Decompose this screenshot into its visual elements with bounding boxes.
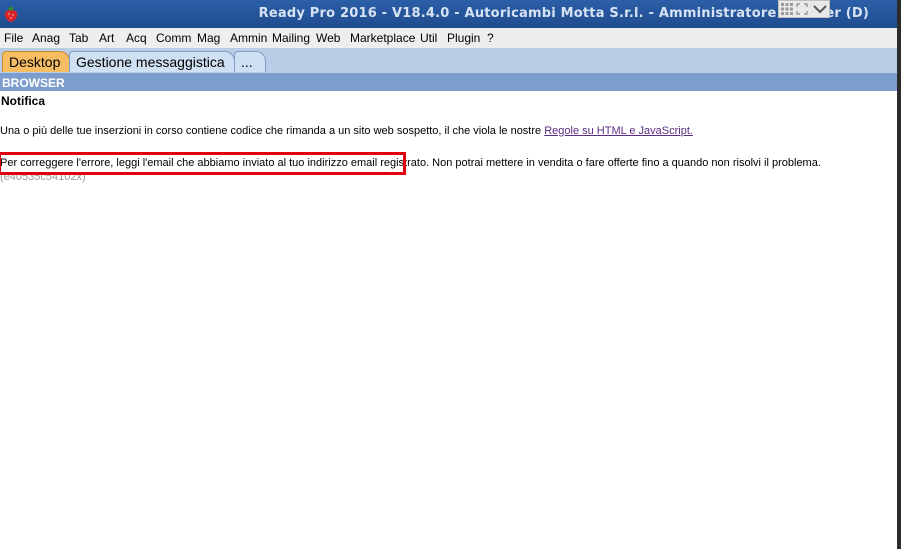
expand-icon[interactable] [796, 3, 808, 15]
app-window: Ready Pro 2016 - V18.4.0 - Autoricambi M… [0, 0, 897, 549]
menu-mag[interactable]: Mag [197, 31, 220, 45]
instruction-text: Non potrai mettere in vendita o fare off… [429, 157, 821, 169]
title-bar[interactable]: Ready Pro 2016 - V18.4.0 - Autoricambi M… [0, 0, 897, 28]
instruction-paragraph: Per correggere l'errore, leggi l'email c… [0, 157, 821, 169]
policy-link[interactable]: Regole su HTML e JavaScript. [544, 125, 693, 137]
tab-gestione-messaggistica[interactable]: Gestione messaggistica [69, 51, 235, 72]
chevron-down-icon[interactable] [812, 3, 828, 15]
menu-comm[interactable]: Comm [156, 31, 191, 45]
menu-art[interactable]: Art [99, 31, 114, 45]
window-edge [897, 0, 901, 549]
notification-paragraph: Una o più delle tue inserzioni in corso … [0, 125, 693, 137]
tab-desktop[interactable]: Desktop [2, 51, 70, 72]
strawberry-icon [4, 6, 18, 22]
menu-tab[interactable]: Tab [69, 31, 88, 45]
menu-util[interactable]: Util [420, 31, 437, 45]
menu-plugin[interactable]: Plugin [447, 31, 480, 45]
grid-icon[interactable] [781, 3, 793, 15]
floating-toolbar [778, 0, 830, 18]
error-code: (e40535c54102x) [0, 171, 86, 183]
menu-bar: File Anag Tab Art Acq Comm Mag Ammin Mai… [0, 28, 897, 49]
menu-file[interactable]: File [4, 31, 23, 45]
menu-web[interactable]: Web [316, 31, 340, 45]
notification-text: Una o più delle tue inserzioni in corso … [0, 125, 545, 137]
menu-anag[interactable]: Anag [32, 31, 60, 45]
tab-bar: Desktop Gestione messaggistica ... [0, 48, 897, 73]
menu-acq[interactable]: Acq [126, 31, 147, 45]
menu-mailing[interactable]: Mailing [272, 31, 310, 45]
menu-help[interactable]: ? [487, 31, 494, 45]
menu-ammin[interactable]: Ammin [230, 31, 267, 45]
notification-title: Notifica [1, 94, 46, 108]
menu-marketplace[interactable]: Marketplace [350, 31, 415, 45]
tab-more[interactable]: ... [234, 51, 266, 72]
instruction-highlighted-text: Per correggere l'errore, leggi l'email c… [0, 157, 430, 169]
browser-header: BROWSER [0, 76, 897, 91]
